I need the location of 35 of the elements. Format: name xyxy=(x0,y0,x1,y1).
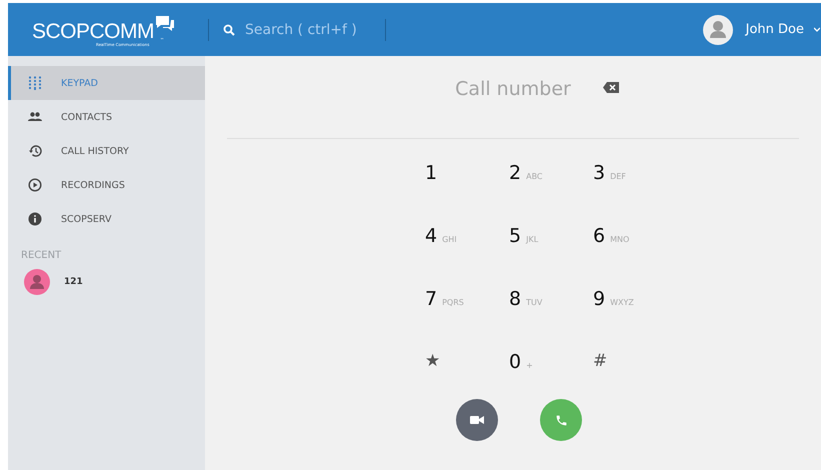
video-call-button[interactable] xyxy=(456,399,498,441)
keypad-key[interactable]: 5 JKL xyxy=(509,225,593,247)
keypad-key[interactable]: ★ xyxy=(425,351,509,373)
caret-icon[interactable] xyxy=(814,26,820,32)
keypad-key[interactable]: # xyxy=(593,351,677,373)
keypad-key[interactable]: 0 + xyxy=(509,351,593,373)
sidebar-item[interactable]: RECORDINGS xyxy=(8,168,205,202)
keypad-key[interactable]: 3 DEF xyxy=(593,162,677,184)
section-heading: RECENT xyxy=(20,249,62,261)
keypad-icon xyxy=(28,76,42,90)
user-name[interactable]: John Doe xyxy=(746,22,804,37)
keypad-key[interactable]: 4 GHI xyxy=(425,225,509,247)
info-icon xyxy=(28,212,42,226)
video-camera-icon xyxy=(470,415,484,425)
user-avatar-icon[interactable] xyxy=(702,14,733,44)
search-field[interactable]: Search ( ctrl+f ) xyxy=(209,22,385,38)
people-icon xyxy=(28,110,42,124)
logo-text: SCOPCOMM xyxy=(32,20,154,43)
keypad-key[interactable]: 8 TUV xyxy=(509,288,593,310)
keypad-key[interactable]: 9 WXYZ xyxy=(593,288,677,310)
sidebar-item[interactable]: SCOPSERV xyxy=(8,202,205,236)
phone-icon xyxy=(554,414,568,426)
backspace-icon[interactable] xyxy=(603,82,619,93)
search-icon xyxy=(223,24,235,36)
keypad-key[interactable]: 2 ABC xyxy=(509,162,593,184)
sidebar-item[interactable]: CONTACTS xyxy=(8,100,205,134)
play-circle-icon xyxy=(28,178,42,192)
sidebar-item[interactable]: CALL HISTORY xyxy=(8,134,205,168)
keypad-key[interactable]: 1 xyxy=(425,162,509,184)
contact-name[interactable]: 121 xyxy=(64,277,83,287)
contact-avatar-icon[interactable] xyxy=(24,269,50,295)
call-number-field[interactable]: Call number xyxy=(421,77,605,101)
keypad-key[interactable]: 7 PQRS xyxy=(425,288,509,310)
history-icon xyxy=(28,144,42,158)
keypad-key[interactable]: 6 MNO xyxy=(593,225,677,247)
